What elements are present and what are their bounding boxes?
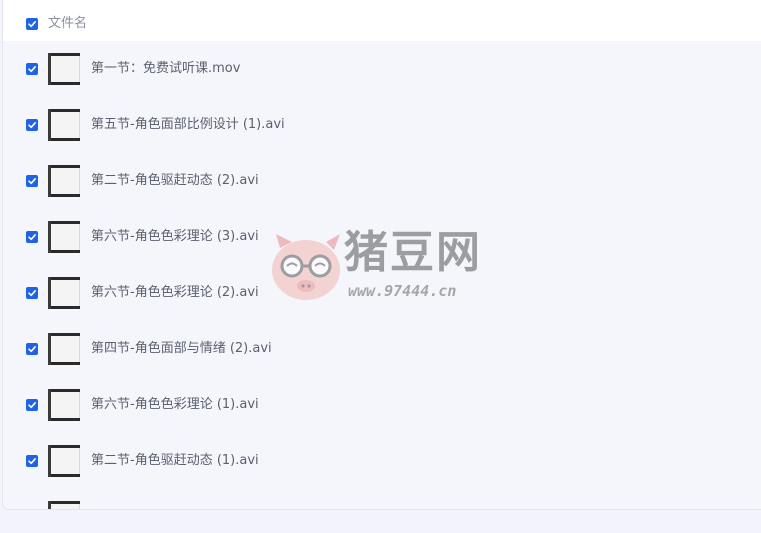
file-checkbox[interactable] bbox=[26, 455, 38, 467]
check-icon bbox=[28, 122, 36, 129]
file-row[interactable] bbox=[3, 489, 761, 509]
file-checkbox[interactable] bbox=[26, 399, 38, 411]
file-name[interactable]: 第六节-角色色彩理论 (2).avi bbox=[91, 285, 259, 301]
check-icon bbox=[28, 178, 36, 185]
file-row[interactable]: 第二节-角色驱赶动态 (2).avi bbox=[3, 153, 761, 209]
video-thumbnail bbox=[48, 445, 80, 477]
watermark-brand: 猪豆网 bbox=[344, 227, 482, 278]
file-checkbox[interactable] bbox=[26, 287, 38, 299]
video-thumbnail bbox=[48, 221, 80, 253]
watermark: 猪豆网 www.97444.cn bbox=[268, 228, 498, 304]
file-name[interactable]: 第一节：免费试听课.mov bbox=[91, 61, 240, 77]
file-list-header: 文件名 bbox=[3, 0, 761, 41]
check-icon bbox=[28, 346, 36, 353]
video-thumbnail bbox=[48, 277, 80, 309]
video-thumbnail bbox=[48, 53, 80, 85]
file-checkbox[interactable] bbox=[26, 175, 38, 187]
video-thumbnail bbox=[48, 165, 80, 197]
file-checkbox[interactable] bbox=[26, 343, 38, 355]
check-icon bbox=[28, 290, 36, 297]
video-thumbnail bbox=[48, 333, 80, 365]
video-thumbnail bbox=[48, 109, 80, 141]
file-name[interactable]: 第二节-角色驱赶动态 (1).avi bbox=[91, 453, 259, 469]
file-checkbox[interactable] bbox=[26, 231, 38, 243]
check-icon bbox=[28, 234, 36, 241]
watermark-url: www.97444.cn bbox=[348, 282, 457, 300]
pig-logo-icon bbox=[272, 234, 340, 300]
file-name[interactable]: 第四节-角色面部与情绪 (2).avi bbox=[91, 341, 272, 357]
file-row[interactable]: 第一节：免费试听课.mov bbox=[3, 41, 761, 97]
video-thumbnail bbox=[48, 389, 80, 421]
video-thumbnail bbox=[48, 501, 80, 509]
check-icon bbox=[28, 21, 36, 28]
file-checkbox[interactable] bbox=[26, 63, 38, 75]
file-name[interactable]: 第六节-角色色彩理论 (1).avi bbox=[91, 397, 259, 413]
file-row[interactable]: 第六节-角色色彩理论 (1).avi bbox=[3, 377, 761, 433]
file-row[interactable]: 第五节-角色面部比例设计 (1).avi bbox=[3, 97, 761, 153]
check-icon bbox=[28, 458, 36, 465]
file-name[interactable]: 第二节-角色驱赶动态 (2).avi bbox=[91, 173, 259, 189]
file-name[interactable]: 第五节-角色面部比例设计 (1).avi bbox=[91, 117, 285, 133]
file-row[interactable]: 第四节-角色面部与情绪 (2).avi bbox=[3, 321, 761, 377]
check-icon bbox=[28, 402, 36, 409]
select-all-checkbox[interactable] bbox=[26, 18, 38, 30]
file-checkbox[interactable] bbox=[26, 119, 38, 131]
file-name[interactable]: 第六节-角色色彩理论 (3).avi bbox=[91, 229, 259, 245]
file-row[interactable]: 第二节-角色驱赶动态 (1).avi bbox=[3, 433, 761, 489]
check-icon bbox=[28, 66, 36, 73]
column-header-filename[interactable]: 文件名 bbox=[48, 16, 87, 32]
